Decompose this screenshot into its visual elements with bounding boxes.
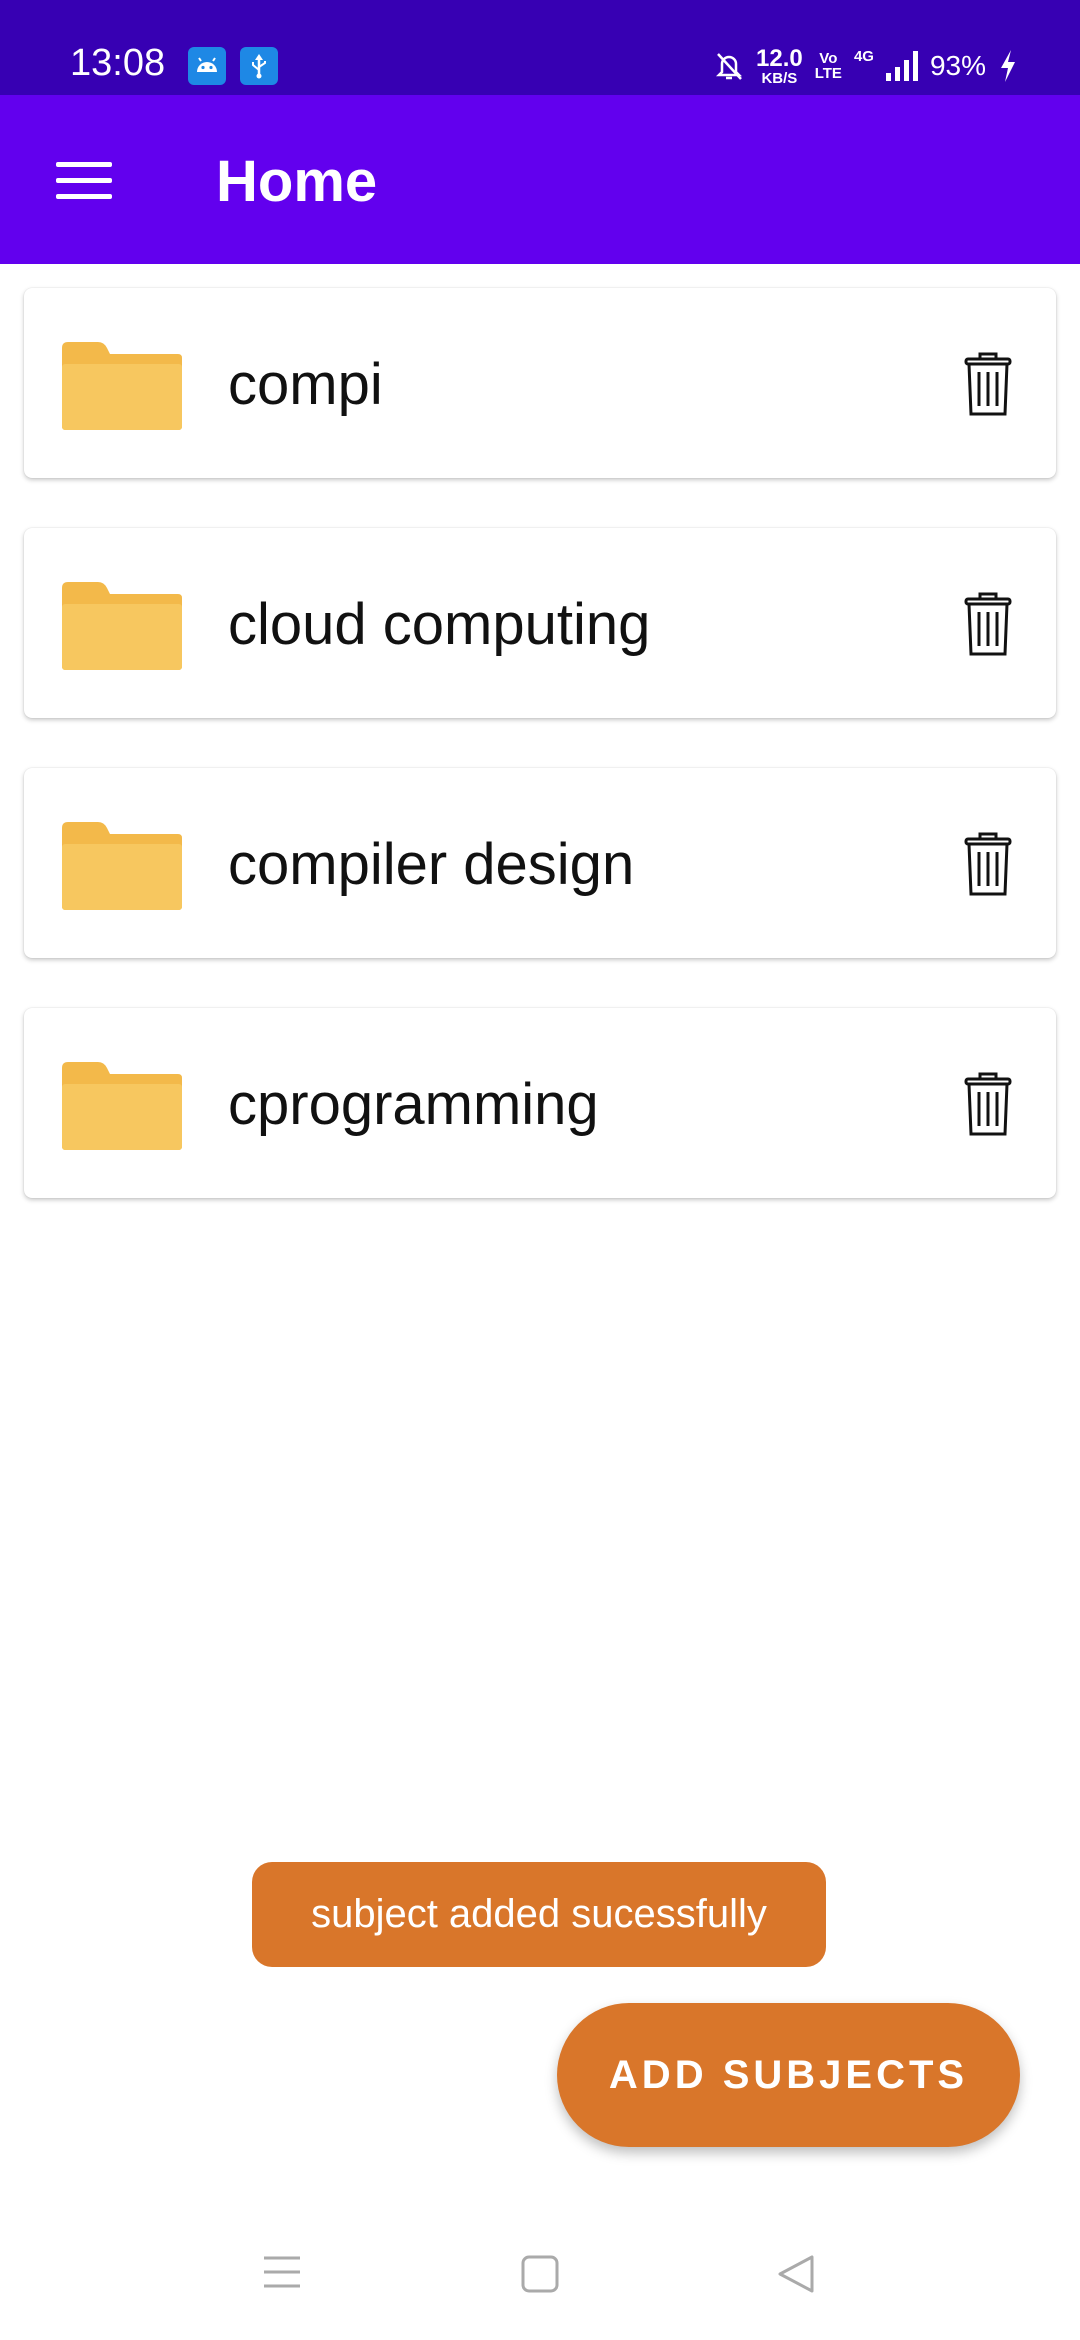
add-subjects-button[interactable]: ADD SUBJECTS	[557, 2003, 1020, 2147]
battery-level: 93%	[929, 50, 986, 81]
network-speed: 12.0 KB/S	[756, 44, 803, 87]
subject-card[interactable]: cloud computing	[24, 528, 1056, 718]
subject-card[interactable]: compiler design	[24, 768, 1056, 958]
toast-message: subject added sucessfully	[252, 1862, 826, 1967]
folder-icon	[62, 822, 182, 910]
app-bar: Home	[0, 95, 1080, 264]
subject-name: cprogramming	[228, 1072, 599, 1137]
volte-indicator: Vo LTE	[815, 51, 842, 81]
signal-icon	[885, 51, 918, 81]
recent-apps-icon[interactable]	[262, 2254, 302, 2290]
delete-icon[interactable]	[962, 592, 1014, 658]
charging-icon	[1001, 50, 1015, 82]
android-icon	[188, 47, 226, 85]
network-speed-unit: KB/S	[761, 69, 798, 87]
subject-name: compiler design	[228, 832, 635, 897]
delete-icon[interactable]	[962, 832, 1014, 898]
page-title: Home	[216, 149, 378, 214]
status-indicators: 12.0 KB/S Vo LTE 4G 93%	[714, 44, 1018, 88]
status-bar: 13:08 12.0 KB/S Vo LTE 4G 93%	[0, 0, 1080, 95]
folder-icon	[62, 582, 182, 670]
back-icon[interactable]	[776, 2254, 816, 2294]
volte-top: Vo	[819, 50, 838, 67]
hamburger-menu-icon[interactable]	[56, 162, 112, 200]
status-time: 13:08	[70, 42, 166, 84]
mute-bell-icon	[715, 53, 743, 80]
subject-name: compi	[228, 352, 383, 417]
volte-bottom: LTE	[814, 65, 842, 82]
folder-icon	[62, 342, 182, 430]
subject-card[interactable]: compi	[24, 288, 1056, 478]
delete-icon[interactable]	[962, 352, 1014, 418]
network-speed-value: 12.0	[756, 44, 803, 72]
network-type: 4G	[853, 48, 874, 65]
usb-icon	[240, 47, 278, 85]
folder-icon	[62, 1062, 182, 1150]
home-icon[interactable]	[520, 2254, 560, 2294]
subject-name: cloud computing	[228, 592, 651, 657]
delete-icon[interactable]	[962, 1072, 1014, 1138]
subject-card[interactable]: cprogramming	[24, 1008, 1056, 1198]
